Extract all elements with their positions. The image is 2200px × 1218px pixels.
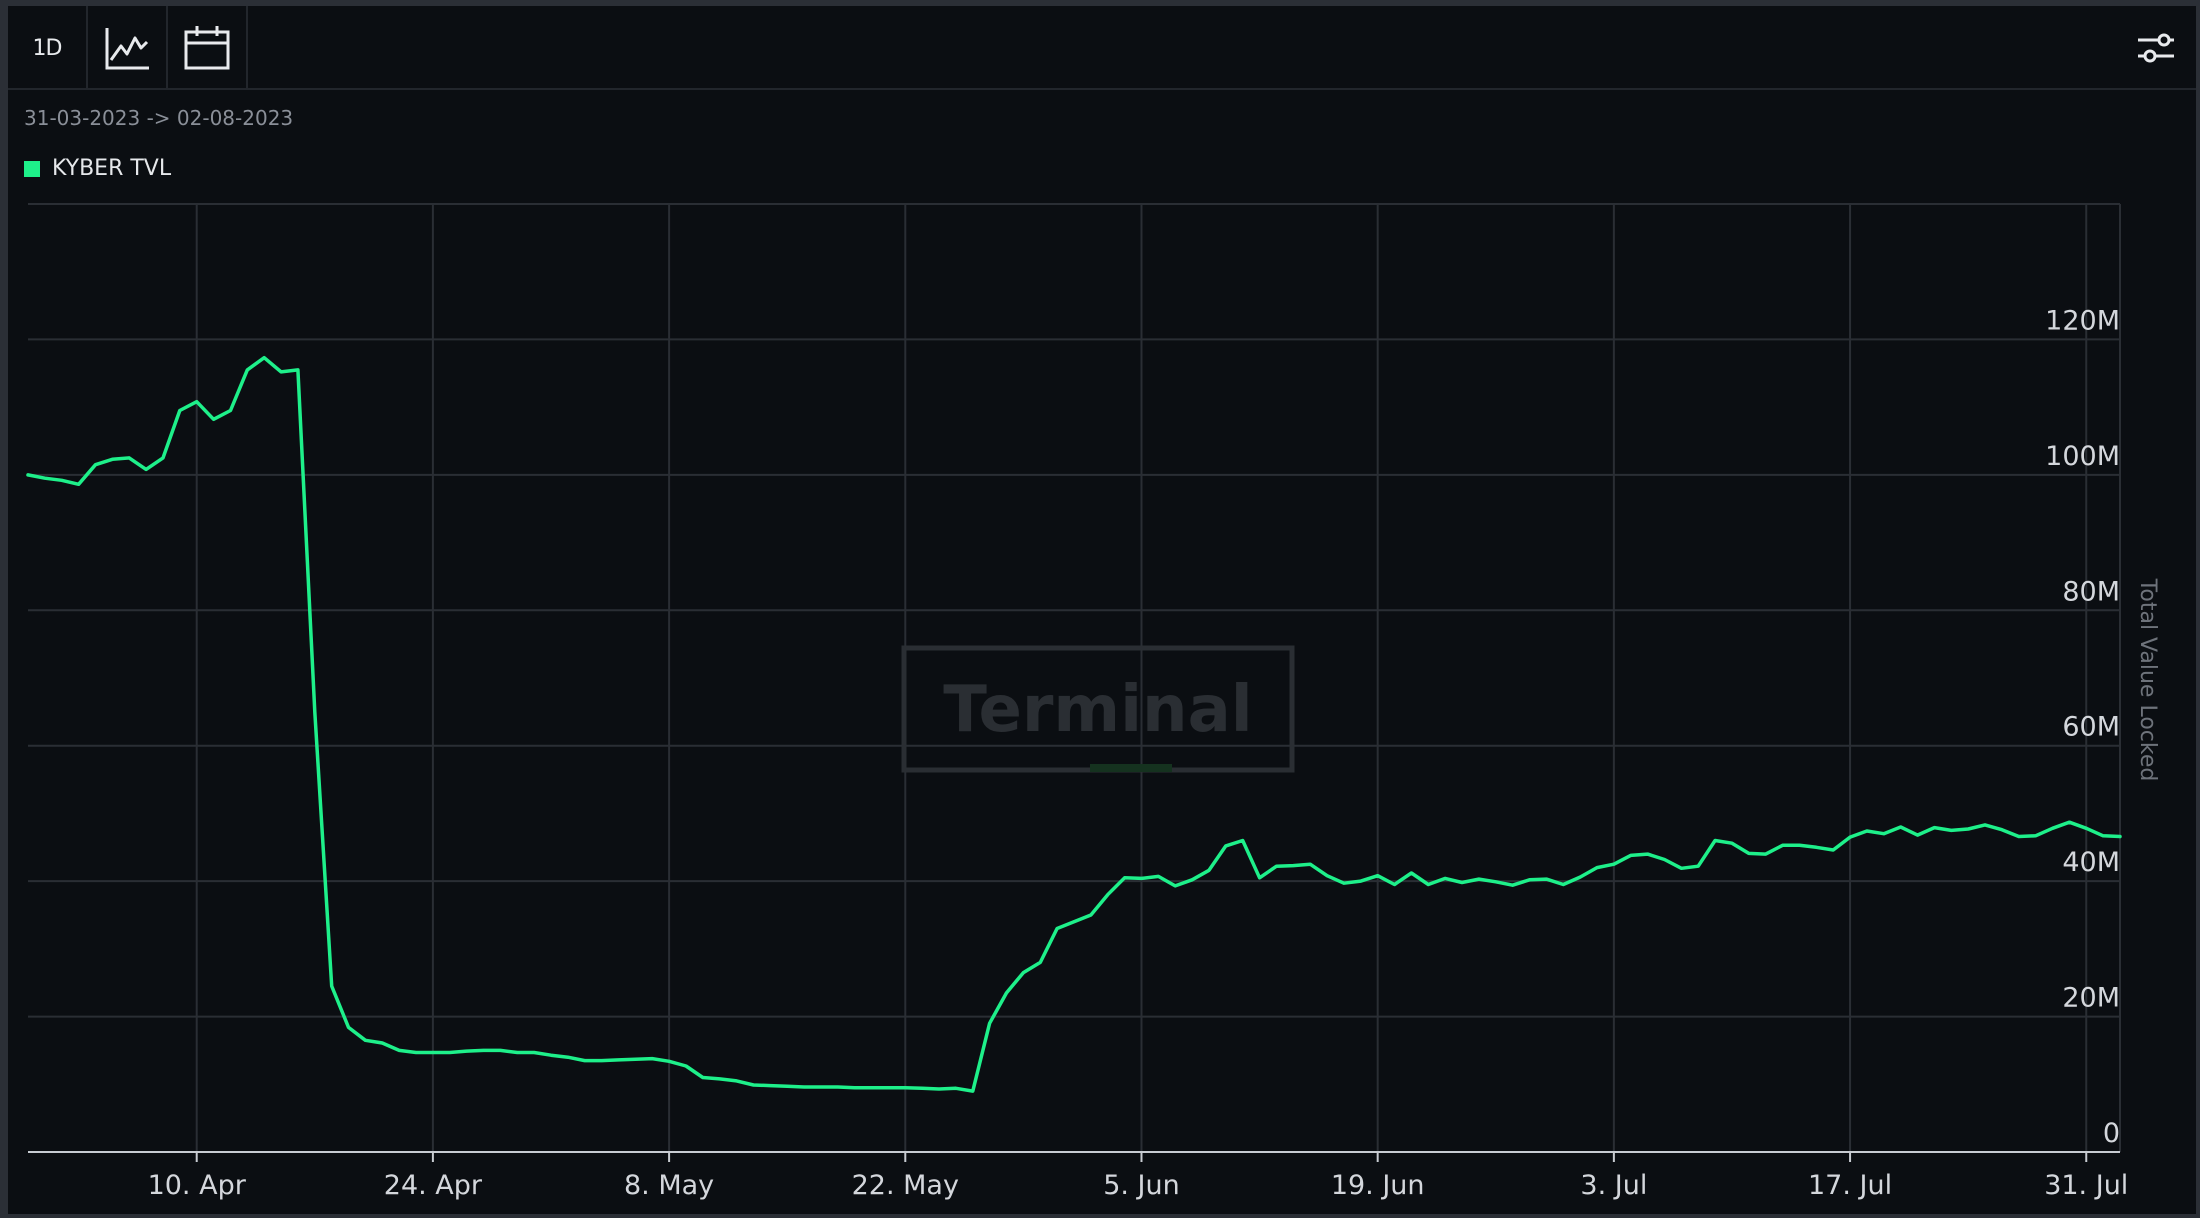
x-tick-label: 19. Jun [1331, 1170, 1425, 1201]
y-tick-label: 100M [2045, 441, 2120, 472]
x-tick-label: 5. Jun [1103, 1170, 1180, 1201]
y-tick-label: 120M [2045, 305, 2120, 336]
watermark-text: Terminal [943, 673, 1252, 747]
y-tick-label: 20M [2062, 983, 2120, 1014]
chart-plot: Terminal 0 20M 40M 60M 80M 100M 120M 10. Apr 24… [26, 203, 2160, 1201]
x-tick-label: 31. Jul [2044, 1170, 2128, 1201]
x-tick-label: 8. May [624, 1170, 714, 1201]
y-tick-label: 80M [2062, 576, 2120, 607]
y-axis-title: Total Value Locked [2135, 578, 2160, 782]
y-tick-label: 40M [2062, 847, 2120, 878]
y-tick-label: 60M [2062, 712, 2120, 743]
x-tick-label: 10. Apr [148, 1170, 247, 1201]
x-tick-label: 3. Jul [1580, 1170, 1647, 1201]
x-tick-label: 24. Apr [384, 1170, 483, 1201]
x-tick-label: 22. May [852, 1170, 959, 1201]
watermark: Terminal [901, 645, 1295, 773]
y-tick-label: 0 [2103, 1118, 2120, 1149]
x-tick-label: 17. Jul [1808, 1170, 1892, 1201]
